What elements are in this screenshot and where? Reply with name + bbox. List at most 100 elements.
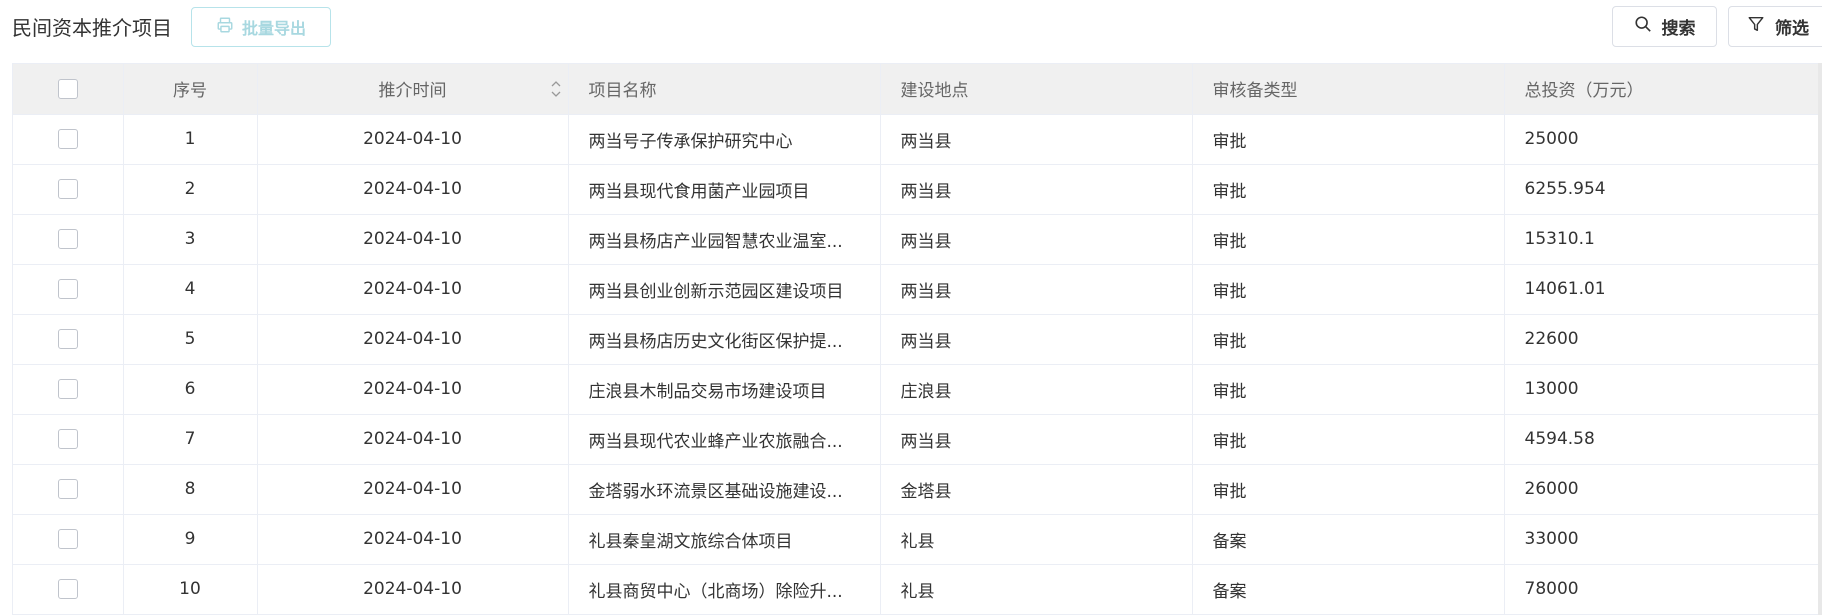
row-location: 两当县	[880, 314, 1193, 365]
row-date: 2024-04-10	[257, 264, 569, 315]
row-date: 2024-04-10	[257, 514, 569, 565]
page-title: 民间资本推介项目	[12, 16, 172, 40]
row-select-cell	[13, 414, 124, 465]
row-seq: 1	[123, 114, 258, 165]
row-seq: 3	[123, 214, 258, 265]
row-select-cell	[13, 314, 124, 365]
row-project-name[interactable]: 庄浪县木制品交易市场建设项目	[568, 364, 881, 415]
header-review-type: 审核备类型	[1192, 64, 1505, 115]
toolbar: 民间资本推介项目 批量导出 搜索 筛选	[0, 0, 1822, 62]
vertical-scrollbar[interactable]	[1818, 63, 1822, 615]
row-seq: 2	[123, 164, 258, 215]
header-date[interactable]: 推介时间	[257, 64, 569, 115]
row-location: 庄浪县	[880, 364, 1193, 415]
row-investment: 22600	[1504, 314, 1822, 365]
table-row[interactable]: 4 2024-04-10 两当县创业创新示范园区建设项目 两当县 审批 14061.01	[13, 264, 1822, 315]
header-select-all	[13, 64, 124, 115]
row-select-cell	[13, 164, 124, 215]
row-investment: 33000	[1504, 514, 1822, 565]
row-location: 礼县	[880, 564, 1193, 615]
row-project-name[interactable]: 金塔弱水环流景区基础设施建设...	[568, 464, 881, 515]
row-location: 两当县	[880, 164, 1193, 215]
row-seq: 4	[123, 264, 258, 315]
batch-export-label: 批量导出	[241, 19, 306, 38]
row-location: 两当县	[880, 114, 1193, 165]
select-all-checkbox[interactable]	[57, 78, 78, 99]
row-date: 2024-04-10	[257, 414, 569, 465]
row-checkbox[interactable]	[57, 229, 78, 249]
row-checkbox[interactable]	[57, 579, 78, 599]
header-location: 建设地点	[880, 64, 1193, 115]
row-date: 2024-04-10	[257, 114, 569, 165]
filter-icon	[1747, 15, 1765, 38]
row-date: 2024-04-10	[257, 364, 569, 415]
row-project-name[interactable]: 两当县现代食用菌产业园项目	[568, 164, 881, 215]
row-location: 礼县	[880, 514, 1193, 565]
row-review-type: 审批	[1192, 264, 1505, 315]
search-icon	[1634, 15, 1652, 38]
table-row[interactable]: 8 2024-04-10 金塔弱水环流景区基础设施建设... 金塔县 审批 26000	[13, 464, 1822, 515]
row-date: 2024-04-10	[257, 564, 569, 615]
header-date-label: 推介时间	[378, 81, 447, 102]
row-project-name[interactable]: 两当县创业创新示范园区建设项目	[568, 264, 881, 315]
row-review-type: 审批	[1192, 214, 1505, 265]
table-row[interactable]: 9 2024-04-10 礼县秦皇湖文旅综合体项目 礼县 备案 33000	[13, 514, 1822, 565]
row-checkbox[interactable]	[57, 129, 78, 149]
row-date: 2024-04-10	[257, 464, 569, 515]
row-checkbox[interactable]	[57, 279, 78, 299]
row-seq: 6	[123, 364, 258, 415]
row-location: 两当县	[880, 264, 1193, 315]
row-checkbox[interactable]	[57, 429, 78, 449]
row-select-cell	[13, 264, 124, 315]
row-project-name[interactable]: 两当县现代农业蜂产业农旅融合...	[568, 414, 881, 465]
row-review-type: 审批	[1192, 114, 1505, 165]
row-select-cell	[13, 364, 124, 415]
filter-label: 筛选	[1775, 19, 1809, 39]
row-location: 两当县	[880, 414, 1193, 465]
printer-icon	[216, 16, 234, 38]
row-date: 2024-04-10	[257, 214, 569, 265]
batch-export-button[interactable]: 批量导出	[191, 7, 331, 47]
search-button[interactable]: 搜索	[1612, 6, 1717, 47]
table-row[interactable]: 3 2024-04-10 两当县杨店产业园智慧农业温室... 两当县 审批 15310.1	[13, 214, 1822, 265]
row-investment: 6255.954	[1504, 164, 1822, 215]
table-row[interactable]: 7 2024-04-10 两当县现代农业蜂产业农旅融合... 两当县 审批 4594.58	[13, 414, 1822, 465]
table-row[interactable]: 2 2024-04-10 两当县现代食用菌产业园项目 两当县 审批 6255.954	[13, 164, 1822, 215]
row-investment: 13000	[1504, 364, 1822, 415]
filter-button[interactable]: 筛选	[1728, 6, 1822, 47]
row-checkbox[interactable]	[57, 329, 78, 349]
row-project-name[interactable]: 礼县商贸中心（北商场）除险升...	[568, 564, 881, 615]
sort-icon[interactable]	[550, 78, 562, 100]
table-row[interactable]: 1 2024-04-10 两当号子传承保护研究中心 两当县 审批 25000	[13, 114, 1822, 165]
row-select-cell	[13, 114, 124, 165]
row-project-name[interactable]: 礼县秦皇湖文旅综合体项目	[568, 514, 881, 565]
table-row[interactable]: 6 2024-04-10 庄浪县木制品交易市场建设项目 庄浪县 审批 13000	[13, 364, 1822, 415]
row-project-name[interactable]: 两当县杨店产业园智慧农业温室...	[568, 214, 881, 265]
row-review-type: 审批	[1192, 314, 1505, 365]
header-investment: 总投资（万元）	[1504, 64, 1822, 115]
row-review-type: 审批	[1192, 414, 1505, 465]
row-location: 金塔县	[880, 464, 1193, 515]
row-checkbox[interactable]	[57, 379, 78, 399]
row-review-type: 备案	[1192, 514, 1505, 565]
row-select-cell	[13, 214, 124, 265]
table-row[interactable]: 5 2024-04-10 两当县杨店历史文化街区保护提... 两当县 审批 22600	[13, 314, 1822, 365]
row-review-type: 审批	[1192, 164, 1505, 215]
table-row[interactable]: 10 2024-04-10 礼县商贸中心（北商场）除险升... 礼县 备案 78000	[13, 564, 1822, 615]
project-table: 序号 推介时间 项目名称 建设地点 审核备类型 总投资（万元） 1 2024-04…	[12, 63, 1822, 615]
row-investment: 25000	[1504, 114, 1822, 165]
row-review-type: 审批	[1192, 464, 1505, 515]
row-checkbox[interactable]	[57, 529, 78, 549]
row-investment: 26000	[1504, 464, 1822, 515]
row-seq: 5	[123, 314, 258, 365]
header-seq: 序号	[123, 64, 258, 115]
row-checkbox[interactable]	[57, 179, 78, 199]
row-checkbox[interactable]	[57, 479, 78, 499]
search-label: 搜索	[1661, 19, 1696, 39]
row-project-name[interactable]: 两当号子传承保护研究中心	[568, 114, 881, 165]
row-select-cell	[13, 514, 124, 565]
row-select-cell	[13, 564, 124, 615]
row-investment: 14061.01	[1504, 264, 1822, 315]
row-project-name[interactable]: 两当县杨店历史文化街区保护提...	[568, 314, 881, 365]
row-review-type: 审批	[1192, 364, 1505, 415]
